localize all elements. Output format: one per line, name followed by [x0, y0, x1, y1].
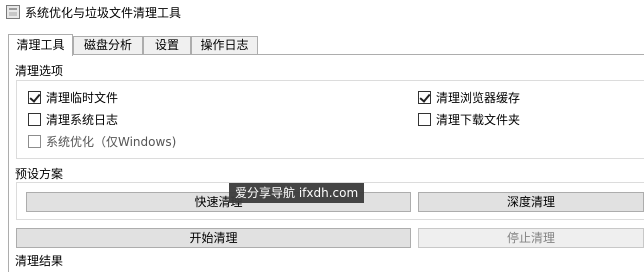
- clean-downloads-checkbox[interactable]: 清理下载文件夹: [418, 111, 520, 127]
- clean-downloads-label: 清理下载文件夹: [436, 112, 521, 127]
- clean-temp-files-checkbox[interactable]: 清理临时文件: [28, 89, 118, 105]
- start-clean-button[interactable]: 开始清理: [16, 228, 411, 248]
- checkbox-checked-icon: [28, 90, 41, 104]
- clean-browser-cache-label: 清理浏览器缓存: [436, 90, 521, 105]
- results-label: 清理结果: [15, 254, 64, 268]
- tab-disk-analysis[interactable]: 磁盘分析: [73, 36, 143, 55]
- cleanup-options-label: 清理选项: [15, 64, 64, 78]
- tab-cleanup-tools[interactable]: 清理工具: [8, 34, 73, 56]
- presets-label: 预设方案: [15, 167, 64, 181]
- checkbox-checked-icon: [418, 90, 431, 104]
- clean-system-logs-label: 清理系统日志: [46, 112, 119, 127]
- window-title: 系统优化与垃圾文件清理工具: [25, 6, 182, 20]
- clean-system-logs-checkbox[interactable]: 清理系统日志: [28, 111, 118, 127]
- watermark-overlay: 爱分享导航 ifxdh.com: [229, 183, 365, 203]
- title-bar: 系统优化与垃圾文件清理工具: [0, 0, 644, 26]
- stop-clean-button[interactable]: 停止清理: [418, 228, 644, 248]
- clean-browser-cache-checkbox[interactable]: 清理浏览器缓存: [418, 89, 520, 105]
- deep-clean-button[interactable]: 深度清理: [418, 192, 644, 212]
- checkbox-unchecked-icon: [418, 112, 431, 126]
- tab-operation-log[interactable]: 操作日志: [191, 36, 258, 55]
- clean-temp-files-label: 清理临时文件: [46, 90, 119, 105]
- system-optimize-label: 系统优化（仅Windows): [46, 134, 177, 149]
- app-window-icon: [6, 5, 20, 19]
- checkbox-unchecked-icon: [28, 112, 41, 126]
- system-optimize-checkbox[interactable]: 系统优化（仅Windows): [28, 133, 176, 149]
- checkbox-unchecked-icon: [28, 134, 41, 148]
- tab-settings[interactable]: 设置: [143, 36, 191, 55]
